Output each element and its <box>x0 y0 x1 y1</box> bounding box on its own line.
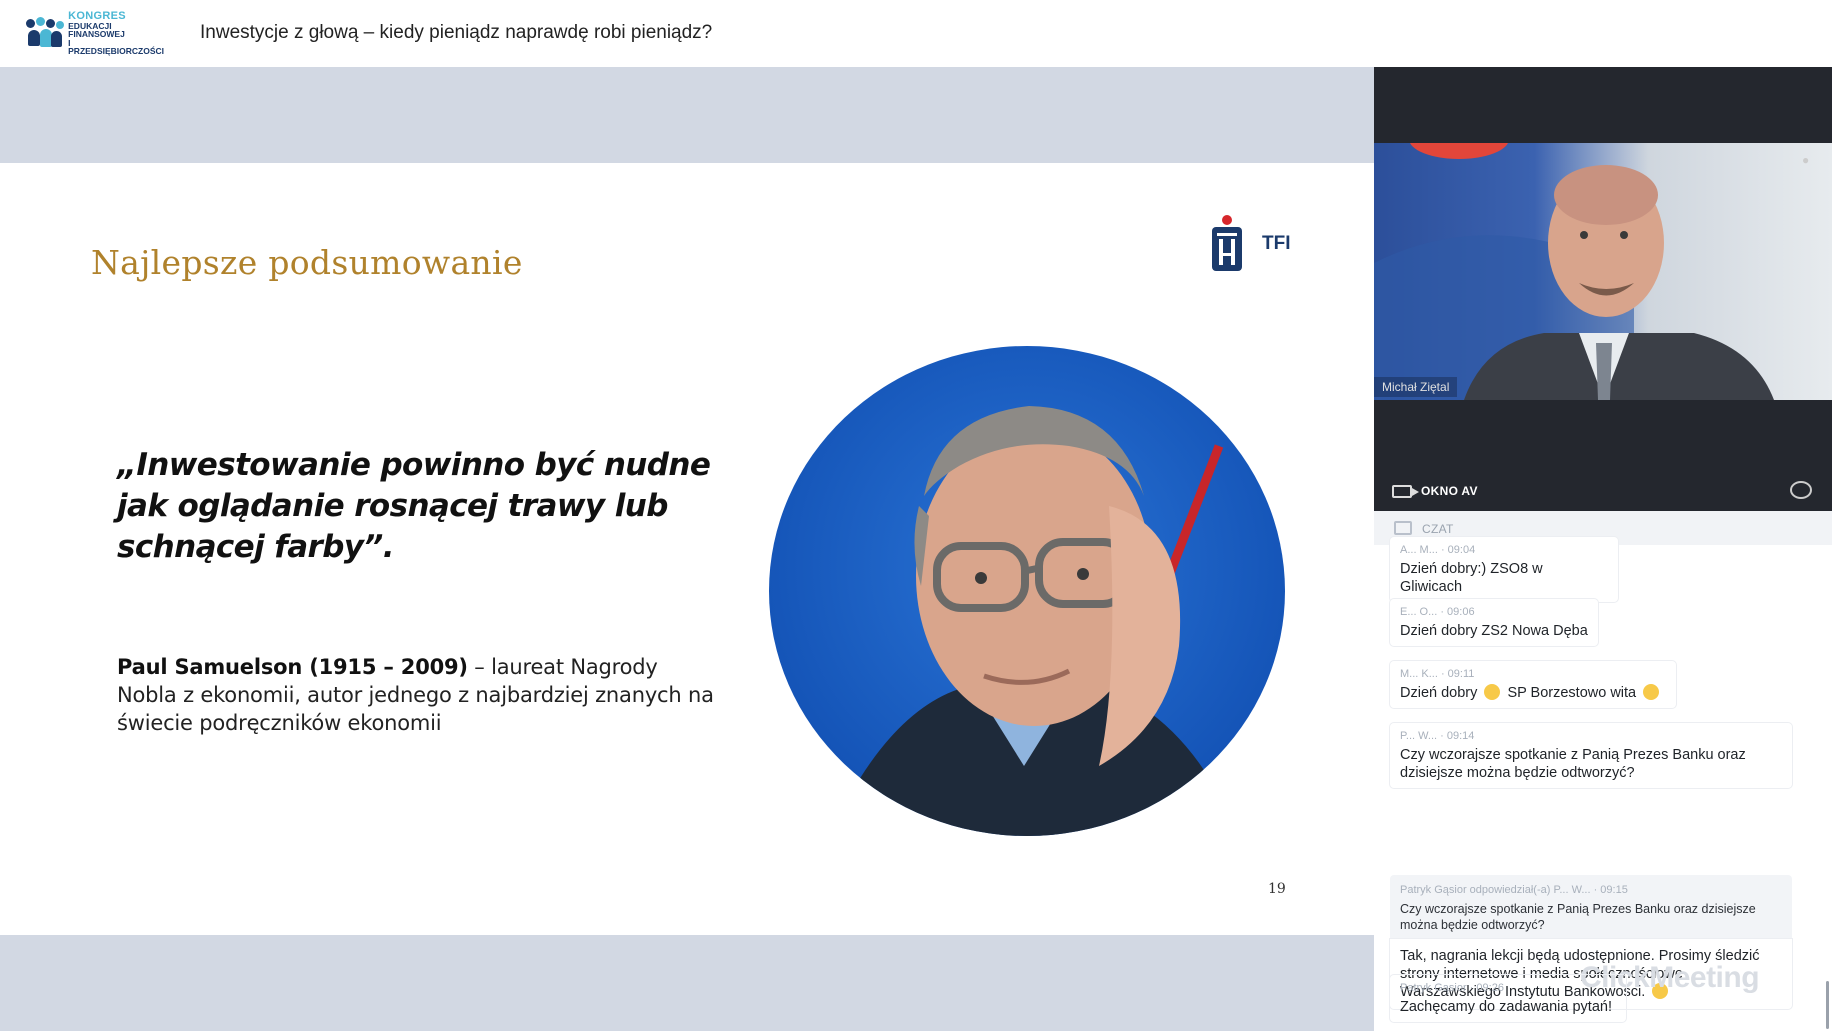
microphone-icon[interactable]: ● <box>1802 153 1809 167</box>
message-meta: E... O... · 09:06 <box>1400 606 1475 618</box>
top-bar: KONGRES EDUKACJI FINANSOWEJ I PRZEDSIĘBI… <box>0 0 1832 67</box>
slide-bio: Paul Samuelson (1915 – 2009) – laureat N… <box>117 653 717 737</box>
side-panel: Michał Ziętal ● OKNO AV CZAT A... M... ·… <box>1374 67 1832 1031</box>
message-text: Dzień dobry:) ZSO8 w Gliwicach <box>1400 561 1543 595</box>
slide-quote: „Inwestowanie powinno być nudne jak oglą… <box>117 447 711 565</box>
chat-panel: CZAT A... M... · 09:04 Dzień dobry:) ZSO… <box>1374 511 1832 1031</box>
speaker-name: Michał Ziętal <box>1374 377 1458 397</box>
pko-brand-label: TFI <box>1262 233 1291 254</box>
presentation-stage: Najlepsze podsumowanie TFI „Inwestowanie… <box>0 67 1374 1031</box>
av-window-label: OKNO AV <box>1421 484 1478 498</box>
speaker-video[interactable]: Michał Ziętal <box>1374 143 1832 400</box>
chat-message: M... K... · 09:11 Dzień dobry SP Borzest… <box>1390 661 1676 708</box>
bio-name: Paul Samuelson (1915 – 2009) <box>117 655 468 679</box>
chat-message: E... O... · 09:06 Dzień dobry ZS2 Nowa D… <box>1390 599 1598 646</box>
slide-title: Najlepsze podsumowanie <box>91 243 523 282</box>
chat-bubble-icon[interactable] <box>1790 481 1812 499</box>
smile-emoji-icon <box>1643 684 1660 700</box>
chat-label: CZAT <box>1422 522 1454 536</box>
smile-emoji-icon <box>1484 684 1501 700</box>
chat-icon <box>1394 521 1412 535</box>
slide: Najlepsze podsumowanie TFI „Inwestowanie… <box>0 163 1374 935</box>
message-meta: A... M... · 09:04 <box>1400 544 1476 556</box>
message-meta: Patryk Gąsior · 09:26 <box>1400 982 1504 994</box>
camera-icon <box>1392 485 1419 498</box>
message-text: Czy wczorajsze spotkanie z Panią Prezes … <box>1400 747 1746 781</box>
chat-message: Patryk Gąsior · 09:26 Zachęcamy do zadaw… <box>1390 975 1626 1022</box>
message-meta: M... K... · 09:11 <box>1400 668 1475 680</box>
portrait-illustration <box>829 406 1239 836</box>
chat-message: P... W... · 09:14 Czy wczorajsze spotkan… <box>1390 723 1792 788</box>
logo-line-3: I PRZEDSIĘBIORCZOŚCI <box>68 37 165 56</box>
webinar-title: Inwestycje z głową – kiedy pieniądz napr… <box>200 22 713 43</box>
reply-quoted-text: Czy wczorajsze spotkanie z Panią Prezes … <box>1400 902 1756 932</box>
message-text-part: SP Borzestowo wita <box>1507 685 1637 701</box>
portrait-photo <box>769 346 1285 836</box>
message-meta: P... W... · 09:14 <box>1400 730 1475 742</box>
slide-page-number: 19 <box>1268 881 1286 897</box>
message-text-part: Dzień dobry <box>1400 685 1478 701</box>
message-text: Dzień dobry SP Borzestowo wita <box>1400 684 1666 702</box>
message-text: Zachęcamy do zadawania pytań! <box>1400 999 1612 1015</box>
av-window-bar[interactable]: OKNO AV <box>1374 471 1832 511</box>
chat-scrollbar[interactable] <box>1826 981 1829 1029</box>
people-icon <box>24 15 66 51</box>
message-text: Dzień dobry ZS2 Nowa Dęba <box>1400 623 1588 639</box>
logo-line-1: KONGRES <box>68 9 126 22</box>
reply-meta: Patryk Gąsior odpowiedział(-a) P... W...… <box>1400 884 1628 896</box>
chat-message: A... M... · 09:04 Dzień dobry:) ZSO8 w G… <box>1390 537 1618 602</box>
congress-logo: KONGRES EDUKACJI FINANSOWEJ I PRZEDSIĘBI… <box>24 9 164 55</box>
speaker-illustration <box>1374 143 1774 400</box>
logo-line-2: EDUKACJI FINANSOWEJ <box>68 20 125 39</box>
